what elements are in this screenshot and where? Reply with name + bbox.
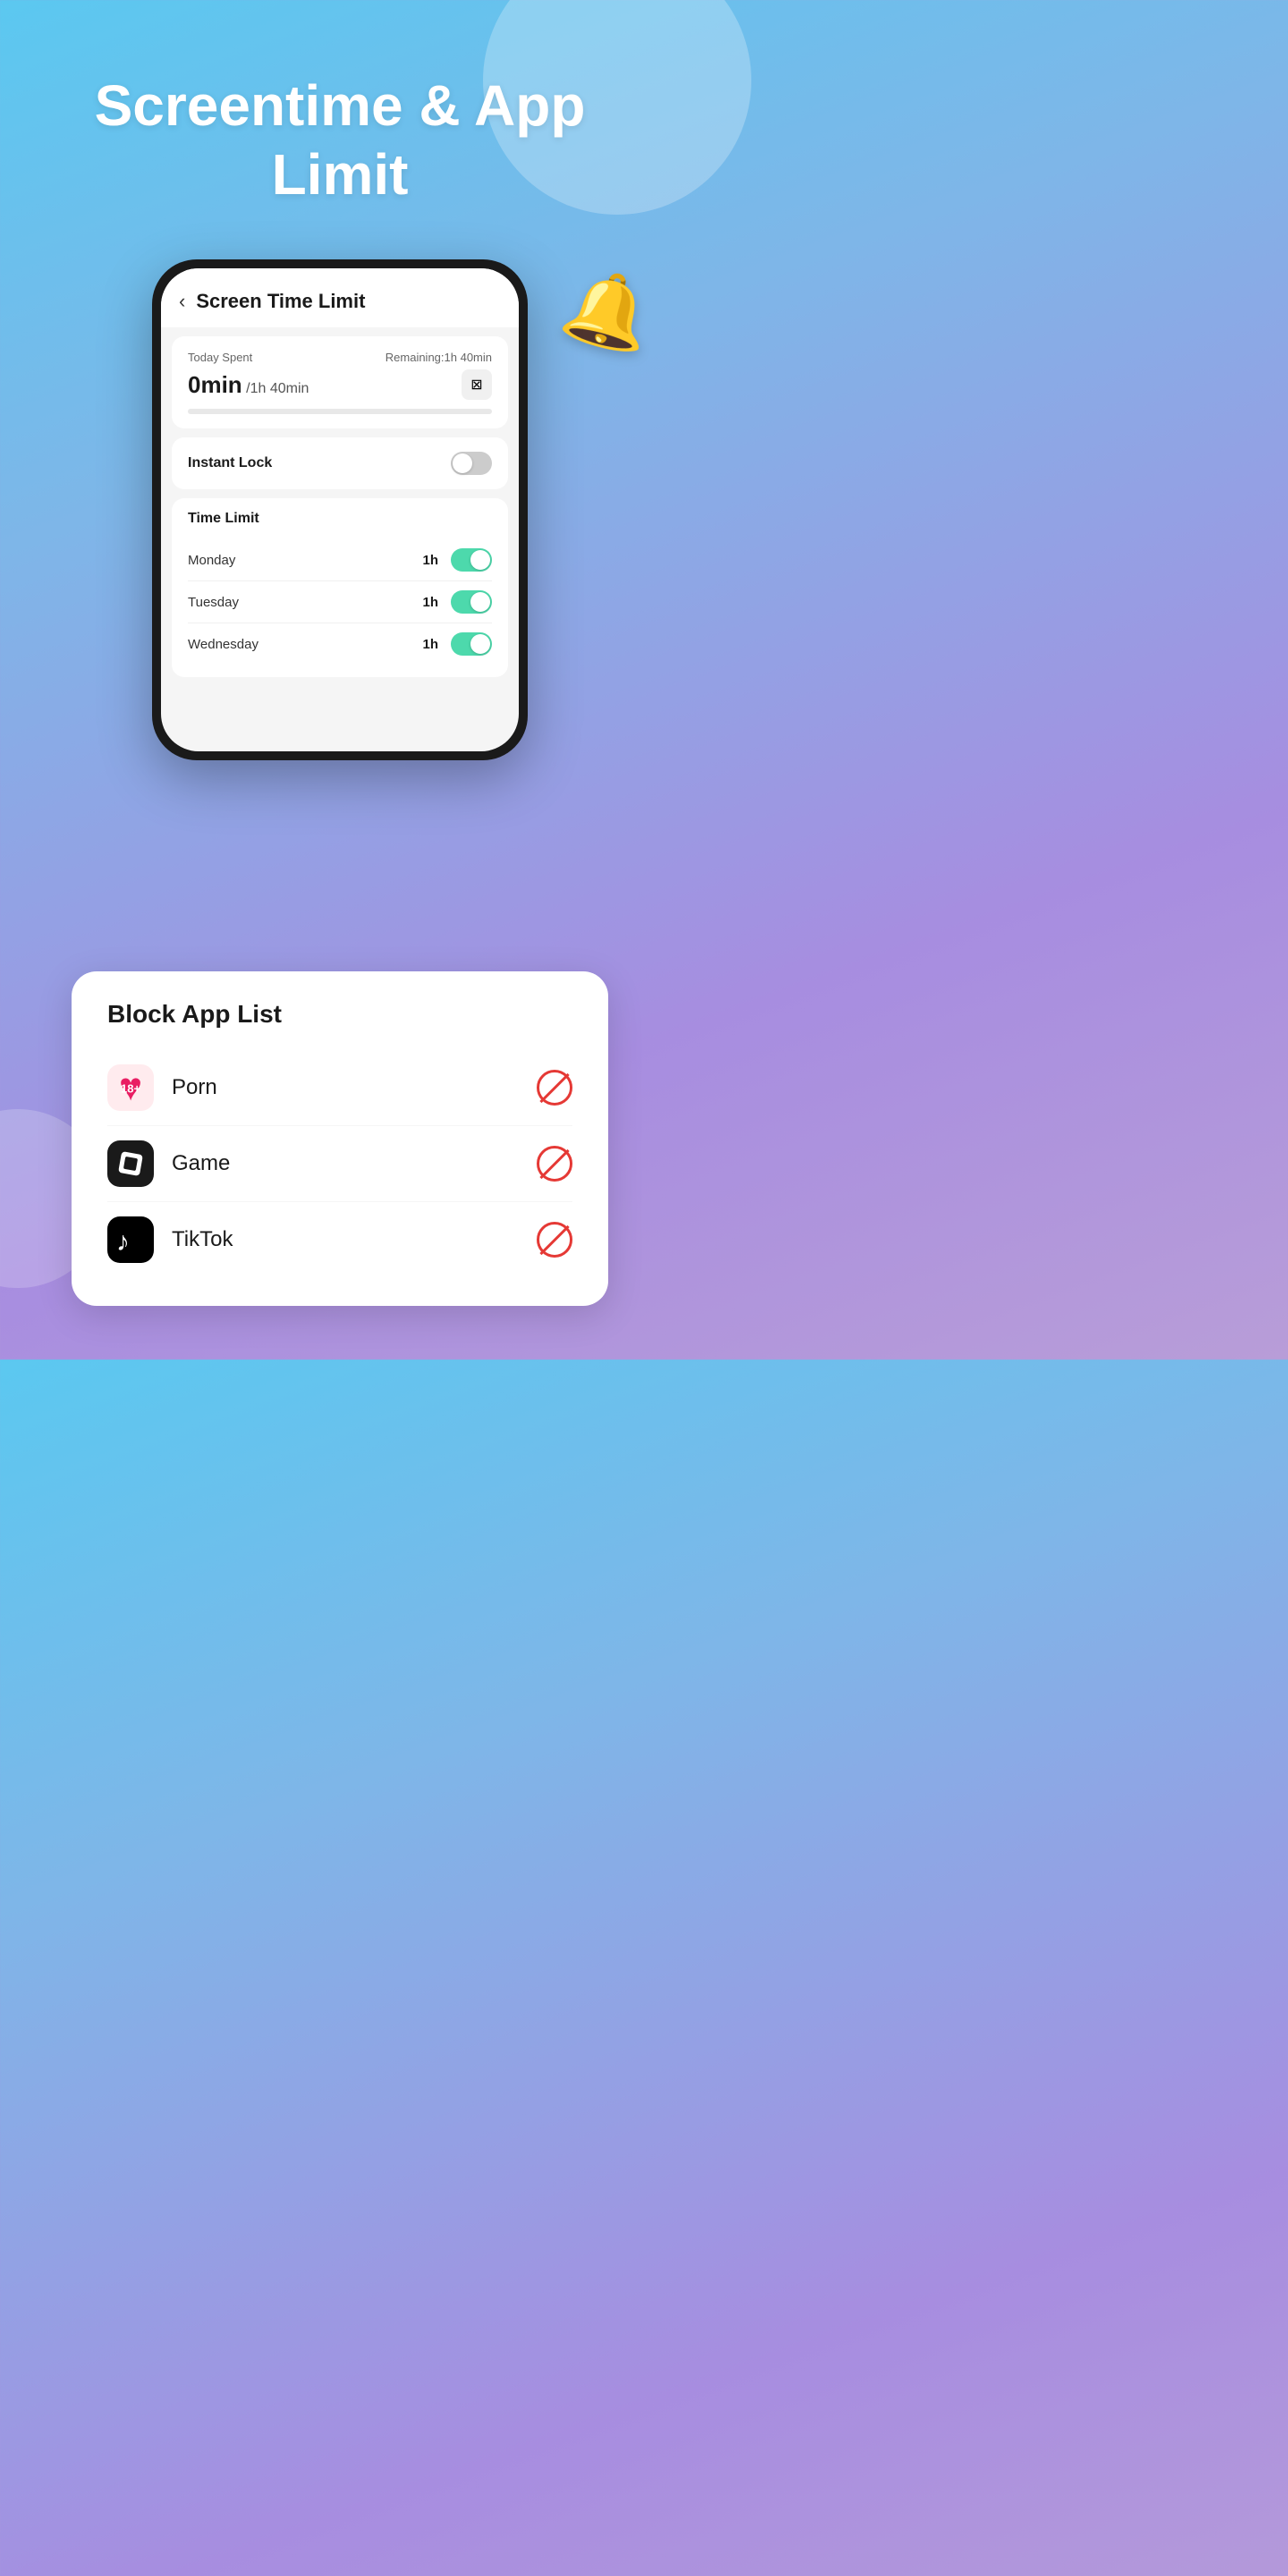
edit-button[interactable]: ⊠: [462, 369, 492, 400]
app-icon-tiktok: ♪: [107, 1216, 154, 1263]
time-limit-section: Time Limit Monday 1h Tuesday: [172, 498, 508, 677]
app-name-porn: Porn: [172, 1075, 537, 1100]
heart-18-icon: ♥ 18+: [119, 1065, 142, 1110]
instant-lock-label: Instant Lock: [188, 455, 272, 471]
day-wednesday-limit: 1h: [422, 637, 438, 652]
block-icon-porn: [537, 1070, 572, 1106]
instant-lock-toggle[interactable]: [451, 452, 492, 475]
today-spent-card: Today Spent Remaining:1h 40min 0min /1h …: [172, 336, 508, 428]
edit-icon: ⊠: [470, 376, 482, 394]
block-icon-game: [537, 1146, 572, 1182]
bell-icon: 🔔: [555, 258, 663, 363]
app-icon-porn: ♥ 18+: [107, 1064, 154, 1111]
day-tuesday-right: 1h: [422, 590, 492, 614]
app-row-game: Game: [107, 1126, 572, 1202]
progress-bar: [188, 409, 492, 414]
app-row-porn: ♥ 18+ Porn: [107, 1050, 572, 1126]
roblox-logo-icon: [116, 1149, 145, 1178]
today-header: Today Spent Remaining:1h 40min: [188, 351, 492, 364]
screen-title: Screen Time Limit: [196, 290, 365, 313]
svg-text:♪: ♪: [116, 1227, 130, 1256]
tiktok-logo-icon: ♪: [114, 1224, 147, 1256]
day-wednesday-toggle[interactable]: [451, 632, 492, 656]
remaining-label: Remaining:1h 40min: [386, 351, 492, 364]
phone-frame: ‹ Screen Time Limit Today Spent Remainin…: [152, 259, 528, 760]
day-tuesday-limit: 1h: [422, 595, 438, 610]
day-row-tuesday: Tuesday 1h: [188, 581, 492, 623]
block-icon-tiktok: [537, 1222, 572, 1258]
day-monday-right: 1h: [422, 548, 492, 572]
today-time-row: 0min /1h 40min ⊠: [188, 369, 492, 400]
toggle-knob: [453, 453, 472, 473]
time-limit-value: /1h 40min: [246, 381, 309, 396]
app-name-tiktok: TikTok: [172, 1227, 537, 1252]
block-app-title: Block App List: [107, 1000, 572, 1029]
day-wednesday: Wednesday: [188, 637, 258, 652]
toggle-knob: [470, 550, 490, 570]
day-tuesday-toggle[interactable]: [451, 590, 492, 614]
app-row-tiktok: ♪ TikTok: [107, 1202, 572, 1277]
phone-mockup: ‹ Screen Time Limit Today Spent Remainin…: [152, 259, 528, 760]
back-button[interactable]: ‹: [179, 290, 185, 313]
day-row-wednesday: Wednesday 1h: [188, 623, 492, 665]
day-tuesday: Tuesday: [188, 595, 239, 610]
day-row-monday: Monday 1h: [188, 539, 492, 581]
today-time-display: 0min /1h 40min: [188, 371, 309, 399]
toggle-knob: [470, 592, 490, 612]
time-spent-value: 0min: [188, 371, 242, 398]
instant-lock-card: Instant Lock: [172, 437, 508, 489]
app-icon-game: [107, 1140, 154, 1187]
hero-title: Screentime & App Limit: [0, 72, 680, 209]
today-label: Today Spent: [188, 351, 252, 364]
day-wednesday-right: 1h: [422, 632, 492, 656]
screen-header: ‹ Screen Time Limit: [161, 268, 519, 327]
time-limit-heading: Time Limit: [188, 511, 492, 527]
phone-screen: ‹ Screen Time Limit Today Spent Remainin…: [161, 268, 519, 751]
block-app-card: Block App List ♥ 18+ Porn Game ♪ TikT: [72, 971, 608, 1306]
screen-body: Today Spent Remaining:1h 40min 0min /1h …: [161, 336, 519, 677]
day-monday: Monday: [188, 553, 235, 568]
app-name-game: Game: [172, 1151, 537, 1176]
eighteen-label: 18+: [121, 1081, 140, 1095]
day-monday-toggle[interactable]: [451, 548, 492, 572]
toggle-knob: [470, 634, 490, 654]
day-monday-limit: 1h: [422, 553, 438, 568]
